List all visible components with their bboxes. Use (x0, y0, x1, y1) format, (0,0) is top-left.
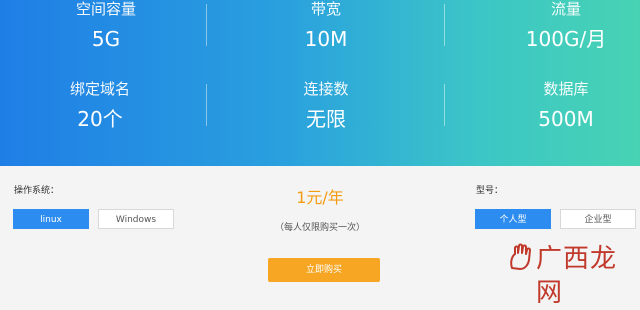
type-option-personal[interactable]: 个人型 (475, 209, 551, 229)
stat-space: 空间容量 5G (6, 0, 206, 52)
hand-icon (510, 243, 531, 270)
specs-hero: 空间容量 5G 带宽 10M 流量 100G/月 绑定域名 20个 连接数 无限… (0, 0, 640, 166)
type-option-enterprise[interactable]: 企业型 (560, 209, 636, 229)
stat-bandwidth: 带宽 10M (226, 0, 426, 52)
stat-connections-value: 无限 (306, 107, 346, 131)
stat-database-value: 500M (538, 107, 594, 131)
stat-traffic-label: 流量 (550, 0, 581, 18)
divider (206, 84, 207, 126)
type-label: 型号： (476, 186, 504, 196)
watermark-text: 广西龙网 (536, 244, 618, 307)
watermark: 广西龙网 (506, 242, 640, 307)
stat-space-label: 空间容量 (75, 0, 136, 18)
os-option-windows[interactable]: Windows (98, 209, 174, 229)
price: 1元/年 (296, 188, 344, 207)
stat-domains-value: 20个 (77, 107, 123, 131)
buy-now-button[interactable]: 立即购买 (268, 258, 380, 282)
divider (444, 84, 445, 126)
os-label: 操作系统： (14, 186, 60, 196)
divider (444, 4, 445, 46)
purchase-limit-note: （每人仅限购买一次） (274, 223, 365, 233)
os-option-linux[interactable]: linux (13, 209, 89, 229)
stat-database-label: 数据库 (543, 80, 589, 98)
stat-bandwidth-label: 带宽 (310, 0, 341, 18)
stat-connections-label: 连接数 (303, 80, 349, 98)
stat-domains: 绑定域名 20个 (0, 80, 200, 132)
stat-traffic: 流量 100G/月 (466, 0, 640, 52)
stat-domains-label: 绑定域名 (69, 80, 130, 98)
divider (206, 4, 207, 46)
stat-traffic-value: 100G/月 (525, 27, 607, 51)
stat-database: 数据库 500M (466, 80, 640, 132)
stat-space-value: 5G (91, 27, 121, 51)
stat-bandwidth-value: 10M (304, 27, 348, 51)
stat-connections: 连接数 无限 (226, 80, 426, 132)
